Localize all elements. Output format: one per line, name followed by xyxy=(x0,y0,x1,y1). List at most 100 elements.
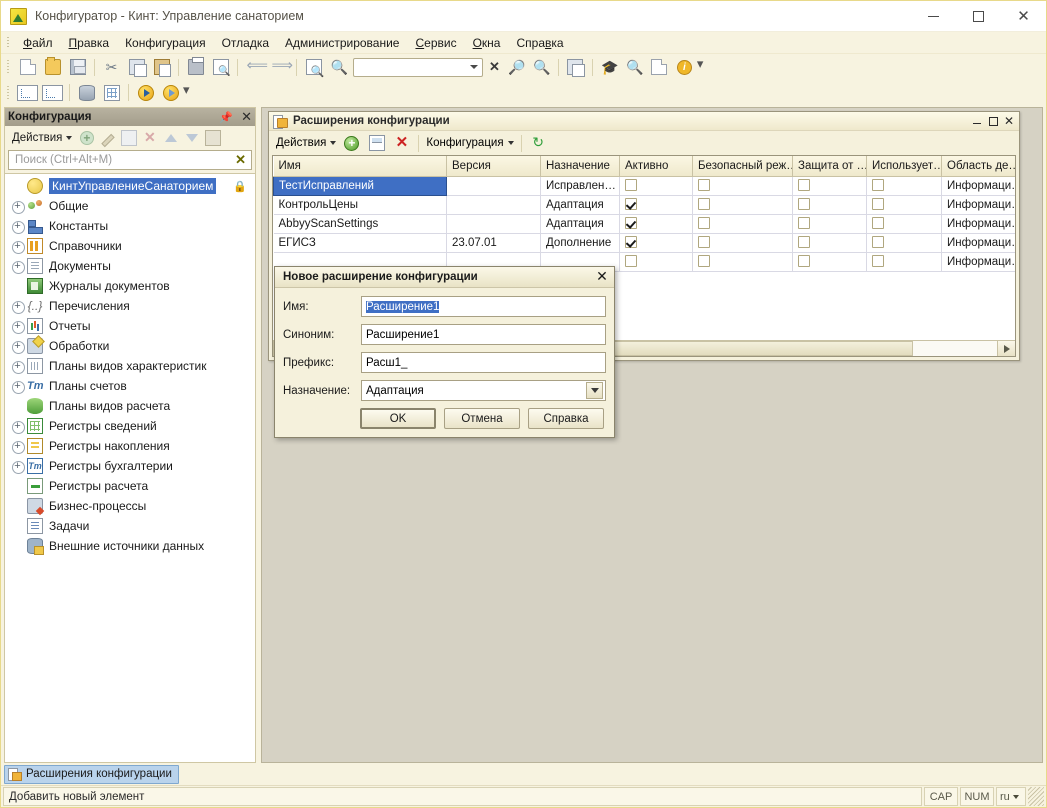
protection-checkbox[interactable] xyxy=(798,217,810,230)
cell-scope[interactable]: Информаци… xyxy=(941,252,1015,272)
active-checkbox[interactable] xyxy=(625,198,637,211)
purpose-select[interactable]: Адаптация xyxy=(361,380,606,401)
configuration-tree-icon[interactable] xyxy=(16,82,39,104)
taskbar-item-extensions[interactable]: Расширения конфигурации xyxy=(4,764,179,784)
column-header-purpose[interactable]: Назначение xyxy=(540,156,620,177)
safe-mode-checkbox[interactable] xyxy=(698,255,710,268)
tree-item-data-processors[interactable]: Обработки xyxy=(5,336,255,356)
cell-safe-mode[interactable] xyxy=(692,195,793,215)
tree-item-chart-of-calculation-types[interactable]: Планы видов расчета xyxy=(5,396,255,416)
tree-item-accounting-registers[interactable]: Тт Регистры бухгалтерии xyxy=(5,456,255,476)
clipboard-list-icon[interactable] xyxy=(648,56,671,78)
open-folder-icon[interactable] xyxy=(41,56,64,78)
cell-scope[interactable]: Информаци… xyxy=(941,233,1015,253)
expander-icon[interactable] xyxy=(11,379,25,394)
add-icon[interactable] xyxy=(76,128,97,148)
undo-icon[interactable]: ⟸ xyxy=(243,56,269,78)
info-icon[interactable]: i xyxy=(673,56,696,78)
tree-item-calculation-registers[interactable]: Регистры расчета xyxy=(5,476,255,496)
table-row[interactable]: ЕГИСЗ 23.07.01 Дополнение Информаци… xyxy=(273,233,1015,253)
active-checkbox[interactable] xyxy=(625,255,637,268)
extensions-restore-button[interactable] xyxy=(985,113,1001,129)
active-checkbox[interactable] xyxy=(625,217,637,230)
tree-item-reports[interactable]: Отчеты xyxy=(5,316,255,336)
start-nodebug-icon[interactable] xyxy=(159,82,182,104)
protection-checkbox[interactable] xyxy=(798,255,810,268)
cell-version[interactable] xyxy=(446,195,541,215)
redo-icon[interactable]: ⟹ xyxy=(268,56,294,78)
tree-item-catalogs[interactable]: Справочники xyxy=(5,236,255,256)
uses-checkbox[interactable] xyxy=(872,236,884,249)
menu-edit[interactable]: Правка xyxy=(61,34,118,52)
menu-help[interactable]: Справка xyxy=(508,34,571,52)
cut-icon[interactable]: ✂ xyxy=(100,56,123,78)
cell-purpose[interactable]: Адаптация xyxy=(540,214,620,234)
cell-uses[interactable] xyxy=(866,252,942,272)
data-grid-icon[interactable] xyxy=(100,82,123,104)
safe-mode-checkbox[interactable] xyxy=(698,217,710,230)
table-row[interactable]: AbbyyScanSettings Адаптация Информаци… xyxy=(273,214,1015,234)
cell-purpose[interactable]: Дополнение xyxy=(540,233,620,253)
cell-purpose[interactable]: Исправлен… xyxy=(540,176,620,196)
refresh-icon[interactable]: ↻ xyxy=(527,132,550,154)
tree-item-document-journals[interactable]: Журналы документов xyxy=(5,276,255,296)
cell-protection[interactable] xyxy=(792,176,867,196)
move-up-icon[interactable] xyxy=(160,128,181,148)
scrollbar-track[interactable] xyxy=(913,341,997,356)
search-combo[interactable] xyxy=(353,57,483,77)
help-button[interactable]: Справка xyxy=(528,408,604,429)
cell-version[interactable] xyxy=(446,214,541,234)
configuration-menu-button[interactable]: Конфигурация xyxy=(423,136,516,150)
resize-grip[interactable] xyxy=(1028,787,1044,806)
protection-checkbox[interactable] xyxy=(798,179,810,192)
clear-search-icon[interactable]: ✕ xyxy=(485,59,504,75)
open-form-icon[interactable] xyxy=(365,132,388,154)
expander-icon[interactable] xyxy=(11,299,25,314)
copy-icon[interactable] xyxy=(125,56,148,78)
chevron-down-icon[interactable] xyxy=(470,65,478,69)
uses-checkbox[interactable] xyxy=(872,255,884,268)
search-icon[interactable]: 🔍 xyxy=(327,56,350,78)
table-row[interactable]: КонтрольЦены Адаптация Информаци… xyxy=(273,195,1015,215)
cell-safe-mode[interactable] xyxy=(692,233,793,253)
cell-active[interactable] xyxy=(619,176,693,196)
cell-protection[interactable] xyxy=(792,252,867,272)
cell-uses[interactable] xyxy=(866,195,942,215)
menu-service[interactable]: Сервис xyxy=(407,34,464,52)
name-field[interactable]: Расширение1 xyxy=(361,296,606,317)
menu-configuration[interactable]: Конфигурация xyxy=(117,34,214,52)
expander-icon[interactable] xyxy=(11,239,25,254)
expander-icon[interactable] xyxy=(11,219,25,234)
column-header-name[interactable]: Имя xyxy=(273,156,447,177)
expander-icon[interactable] xyxy=(11,359,25,374)
uses-checkbox[interactable] xyxy=(872,217,884,230)
safe-mode-checkbox[interactable] xyxy=(698,198,710,211)
tree-item-root[interactable]: КинтУправлениеСанаторием 🔒 xyxy=(5,176,255,196)
column-header-active[interactable]: Активно xyxy=(619,156,693,177)
cell-safe-mode[interactable] xyxy=(692,214,793,234)
cell-name[interactable]: КонтрольЦены xyxy=(273,195,447,215)
uses-checkbox[interactable] xyxy=(872,198,884,211)
cell-protection[interactable] xyxy=(792,195,867,215)
search-input[interactable] xyxy=(354,60,454,74)
cell-active[interactable] xyxy=(619,252,693,272)
cell-name[interactable]: ТестИсправлений xyxy=(273,175,447,196)
search-next-icon[interactable]: 🔎 xyxy=(505,56,528,78)
protection-checkbox[interactable] xyxy=(798,198,810,211)
scroll-right-arrow[interactable] xyxy=(997,341,1015,356)
windows-icon[interactable] xyxy=(564,56,587,78)
chevron-down-icon[interactable] xyxy=(586,382,603,399)
database-icon[interactable] xyxy=(75,82,98,104)
configuration-compare-icon[interactable] xyxy=(41,82,64,104)
tree-item-chart-of-characteristic-types[interactable]: Планы видов характеристик xyxy=(5,356,255,376)
cell-safe-mode[interactable] xyxy=(692,252,793,272)
print-icon[interactable] xyxy=(184,56,207,78)
search-prev-icon[interactable]: 🔍 xyxy=(530,56,553,78)
cell-uses[interactable] xyxy=(866,233,942,253)
cell-name[interactable]: AbbyyScanSettings xyxy=(273,214,447,234)
cell-scope[interactable]: Информаци… xyxy=(941,195,1015,215)
close-icon[interactable]: ✕ xyxy=(241,110,252,125)
cell-purpose[interactable]: Адаптация xyxy=(540,195,620,215)
cell-safe-mode[interactable] xyxy=(692,176,793,196)
expander-icon[interactable] xyxy=(11,319,25,334)
